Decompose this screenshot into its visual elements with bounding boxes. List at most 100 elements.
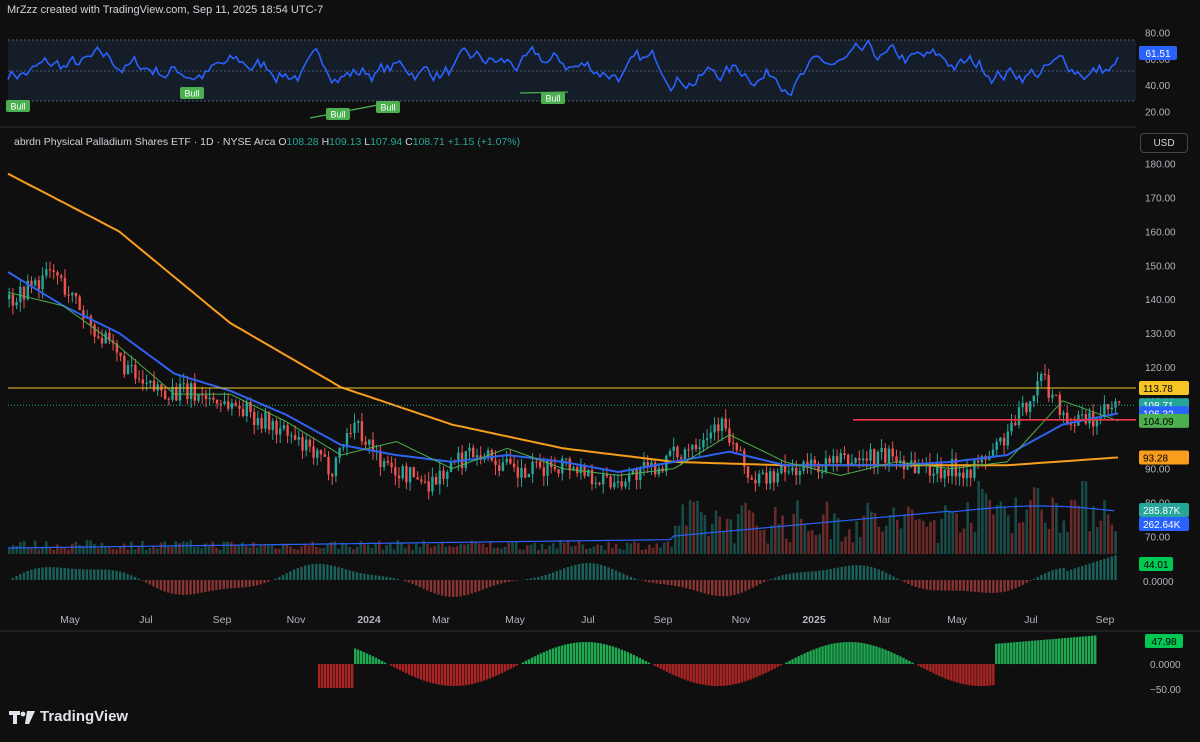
volume-bar <box>670 547 673 554</box>
volume-bar <box>56 544 59 554</box>
momentum-bar <box>807 571 810 580</box>
tradingview-logo[interactable]: TradingView <box>9 708 128 725</box>
candle-body <box>319 450 323 455</box>
volume-bar <box>607 541 610 554</box>
candle-body <box>587 469 590 477</box>
candle-body <box>765 472 768 484</box>
momentum-bar <box>289 571 292 580</box>
candle-body <box>123 355 126 375</box>
volume-bar <box>141 540 144 554</box>
oscillator-bar <box>665 664 668 672</box>
volume-bar <box>825 501 829 554</box>
candle-body <box>880 448 883 452</box>
momentum-bar <box>725 580 729 597</box>
momentum-bar <box>126 573 129 580</box>
momentum-bar <box>633 578 636 580</box>
oscillator-bar <box>623 650 626 664</box>
volume-bar <box>674 525 677 554</box>
momentum-bar <box>866 566 869 580</box>
oscillator-bar <box>668 664 671 674</box>
candle-body <box>197 394 200 401</box>
volume-bar <box>222 541 226 554</box>
candle-body <box>887 448 891 463</box>
candle-body <box>717 424 720 432</box>
oscillator-bar <box>602 644 605 664</box>
candle-body <box>876 452 880 465</box>
volume-bar <box>681 504 684 554</box>
volume-bar <box>903 514 906 554</box>
volume-bar <box>788 542 792 554</box>
momentum-bar <box>907 580 910 584</box>
oscillator-bar <box>533 656 537 664</box>
volume-bar <box>26 548 30 554</box>
volume-bar <box>655 543 659 554</box>
chart-canvas[interactable]: 80.0060.0040.0020.00 BullBullBullBullBul… <box>0 0 1200 742</box>
volume-bar <box>540 543 544 554</box>
momentum-bar <box>1073 568 1076 580</box>
volume-bar <box>611 547 614 554</box>
volume-bar <box>1110 524 1114 554</box>
volume-bar <box>933 520 936 554</box>
oscillator-bar <box>1064 638 1067 664</box>
volume-bar <box>1010 533 1014 554</box>
oscillator-bar <box>383 662 387 664</box>
candle-body <box>962 472 965 479</box>
momentum-bar <box>773 577 777 580</box>
candle-body <box>991 449 995 457</box>
volume-bar <box>881 531 884 554</box>
momentum-bar <box>500 580 503 584</box>
oscillator-bar <box>1094 635 1097 664</box>
oscillator-bar <box>821 646 824 664</box>
price-badge-text: 285.87K <box>1143 506 1181 517</box>
volume-bar <box>477 543 481 554</box>
volume-bar <box>559 540 562 554</box>
momentum-bar <box>315 563 318 580</box>
oscillator-bar <box>704 664 707 686</box>
candle-body <box>965 469 969 479</box>
momentum-bar <box>444 580 447 597</box>
oscillator-bar <box>803 653 806 664</box>
oscillator-bar <box>557 646 561 664</box>
oscillator-bar <box>443 664 447 686</box>
price-tick: 170.00 <box>1145 193 1176 204</box>
candle-body <box>843 453 846 455</box>
oscillator-bar <box>467 664 471 685</box>
momentum-bar <box>674 580 677 586</box>
momentum-bar <box>973 580 977 592</box>
volume-bars <box>8 480 1117 554</box>
oscillator-bar <box>560 645 564 664</box>
volume-bar <box>407 544 411 554</box>
oscillator-bar <box>362 652 366 664</box>
momentum-bar <box>666 580 669 585</box>
momentum-bar <box>1092 562 1095 580</box>
volume-bar <box>1073 500 1077 554</box>
oscillator-value-text: 47.98 <box>1151 637 1176 648</box>
momentum-bar <box>981 580 984 593</box>
momentum-bar <box>322 564 325 580</box>
candle-body <box>360 421 364 442</box>
volume-bar <box>551 543 555 554</box>
volume-bar <box>995 505 999 554</box>
candle-body <box>8 294 11 300</box>
momentum-pane: 0.0000 44.01 <box>11 555 1174 597</box>
momentum-bar <box>385 576 388 580</box>
oscillator-bar <box>539 653 543 664</box>
candle-body <box>542 467 545 476</box>
momentum-bar <box>1036 576 1039 580</box>
candle-body <box>847 455 850 465</box>
candle-body <box>594 482 597 485</box>
oscillator-bar <box>677 664 680 678</box>
candle-body <box>724 418 727 429</box>
oscillator-bar <box>626 652 629 664</box>
candle-body <box>1043 374 1047 375</box>
momentum-bar <box>614 570 618 580</box>
volume-bar <box>507 542 511 554</box>
oscillator-bar <box>611 646 614 664</box>
volume-bar <box>1029 500 1032 554</box>
oscillator-bar <box>998 643 1001 664</box>
momentum-bar <box>281 575 285 580</box>
volume-bar <box>847 529 851 554</box>
volume-bar <box>248 547 252 554</box>
oscillator-bar <box>920 664 923 668</box>
momentum-bar <box>744 580 747 592</box>
